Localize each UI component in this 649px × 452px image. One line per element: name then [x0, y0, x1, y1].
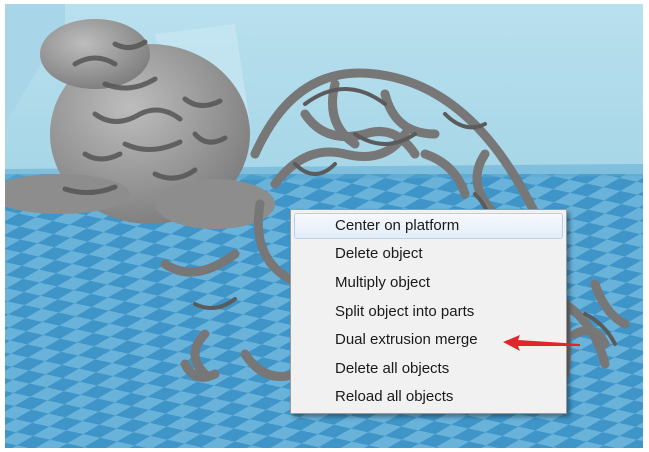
screenshot-frame: Center on platform Delete object Multipl…	[0, 0, 649, 452]
red-arrow-icon	[503, 335, 580, 351]
